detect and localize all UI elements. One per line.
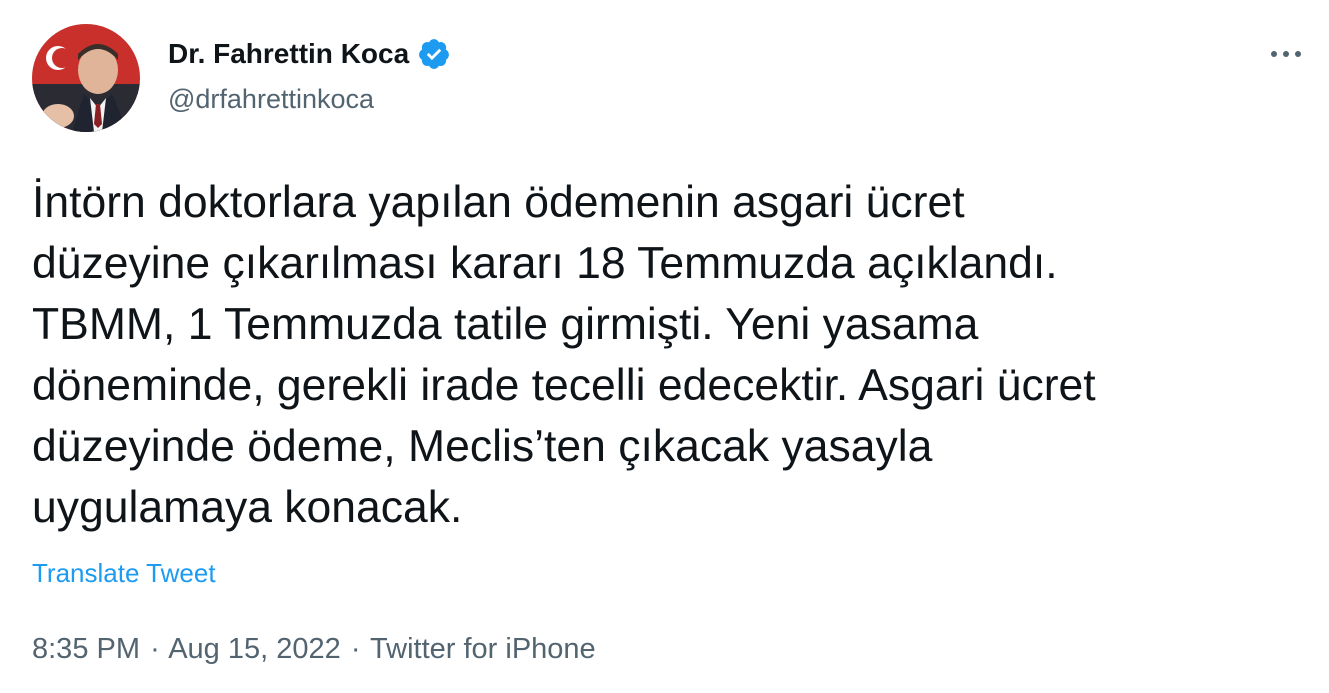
tweet-text-line: düzeyinde ödeme, Meclis’ten çıkacak yasa…	[32, 422, 933, 471]
tweet-card: Dr. Fahrettin Koca @drfahrettinkoca İntö…	[0, 0, 1329, 693]
more-dot	[1283, 51, 1289, 57]
more-dot	[1271, 51, 1277, 57]
tweet-text-line: uygulamaya konacak.	[32, 483, 463, 532]
avatar-image	[32, 24, 140, 132]
tweet-metadata: 8:35 PM · Aug 15, 2022 · Twitter for iPh…	[32, 630, 596, 668]
tweet-source[interactable]: Twitter for iPhone	[370, 633, 596, 665]
author-name-row[interactable]: Dr. Fahrettin Koca	[168, 36, 451, 72]
tweet-date[interactable]: Aug 15, 2022	[168, 633, 341, 665]
verified-badge-icon	[417, 37, 451, 71]
more-dot	[1295, 51, 1301, 57]
tweet-text-line: TBMM, 1 Temmuzda tatile girmişti. Yeni y…	[32, 300, 979, 349]
tweet-text-line: döneminde, gerekli irade tecelli edecekt…	[32, 361, 1096, 410]
tweet-text: İntörn doktorlara yapılan ödemenin asgar…	[32, 172, 1302, 538]
tweet-time[interactable]: 8:35 PM	[32, 633, 140, 665]
tweet-text-line: düzeyine çıkarılması kararı 18 Temmuzda …	[32, 239, 1058, 288]
translate-tweet-link[interactable]: Translate Tweet	[32, 556, 216, 590]
tweet-text-line: İntörn doktorlara yapılan ödemenin asgar…	[32, 178, 965, 227]
separator: ·	[350, 633, 361, 665]
display-name[interactable]: Dr. Fahrettin Koca	[168, 36, 409, 72]
more-options-icon[interactable]	[1266, 40, 1306, 68]
author-handle[interactable]: @drfahrettinkoca	[168, 82, 374, 116]
avatar[interactable]	[32, 24, 140, 132]
separator: ·	[150, 633, 160, 665]
